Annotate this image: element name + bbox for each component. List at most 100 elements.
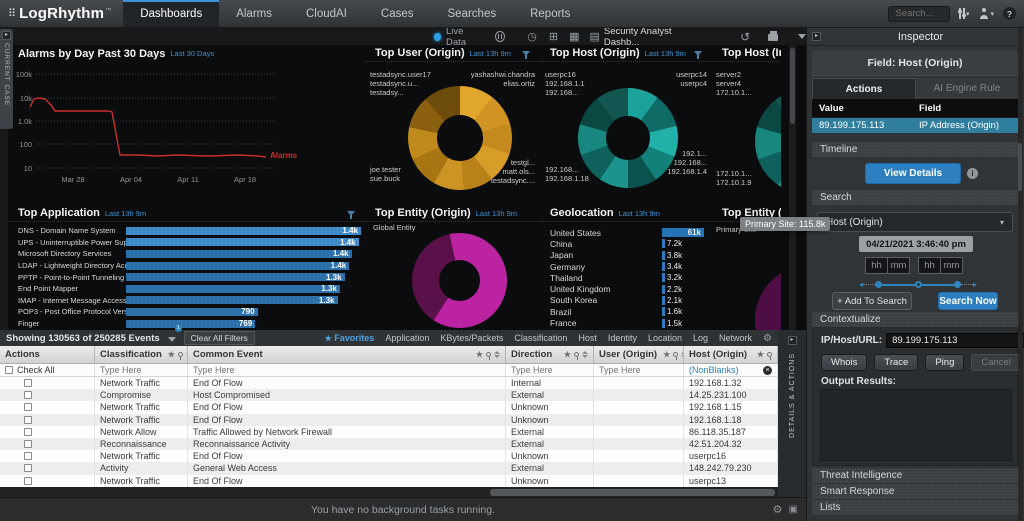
tab-reports[interactable]: Reports <box>513 0 587 27</box>
filter-common-event-input[interactable] <box>193 365 500 375</box>
table-row[interactable]: Network Traffic End Of Flow Unknown 192.168… <box>0 413 778 426</box>
section-search[interactable]: Search <box>812 190 1018 205</box>
print-icon[interactable] <box>768 31 778 41</box>
row-checkbox[interactable] <box>24 391 32 400</box>
annotate-icon[interactable]: ⊞ <box>549 31 558 42</box>
filter-user-origin-input[interactable] <box>599 365 678 375</box>
clear-filter-icon[interactable]: × <box>763 365 772 375</box>
geo-row[interactable]: Japan 3.8k <box>540 250 712 261</box>
tab-kbytes-packets[interactable]: KBytes/Packets <box>440 333 503 343</box>
gear-icon[interactable]: ⚙ <box>773 503 783 516</box>
bar-row[interactable]: PPTP - Point-to-Point Tunneling Pr...1.3… <box>8 271 365 283</box>
row-checkbox[interactable] <box>24 427 32 436</box>
row-checkbox[interactable] <box>24 452 32 461</box>
bar-row[interactable]: Microsoft Directory Services 1.4k <box>8 248 365 260</box>
table-row[interactable]: Activity General Web Access External 148.24… <box>0 462 778 475</box>
inspector-scrollbar-track[interactable] <box>1018 28 1023 521</box>
tab-network[interactable]: Network <box>719 333 752 343</box>
info-icon[interactable]: i <box>967 168 978 179</box>
section-contextualize[interactable]: Contextualize <box>812 312 1018 327</box>
output-results-area[interactable] <box>820 389 1012 461</box>
tab-cases[interactable]: Cases <box>364 0 431 27</box>
inspector-scrollbar-thumb[interactable] <box>1018 143 1022 191</box>
bar-row[interactable]: IMAP - Internet Message Access Pr...1.3k <box>8 295 365 307</box>
geo-row[interactable]: France 1.5k <box>540 317 712 328</box>
datetime-display[interactable]: 04/21/2021 3:46:40 pm <box>859 236 973 252</box>
top-host-impacted-donut-chart[interactable] <box>755 89 781 194</box>
bar-row[interactable]: Finger 769 <box>8 318 365 330</box>
tab-dashboards[interactable]: Dashboards <box>123 0 220 27</box>
row-checkbox[interactable] <box>24 476 32 485</box>
minute-input[interactable]: mm <box>940 257 963 274</box>
table-row[interactable]: Network Traffic End Of Flow Unknown userpc1… <box>0 474 778 487</box>
slider-center-handle[interactable] <box>914 281 922 288</box>
row-checkbox[interactable] <box>24 403 32 412</box>
dashboard-selector[interactable]: ▤ Security Analyst Dashb... <box>589 26 696 48</box>
column-header-user-origin[interactable]: User (Origin) ★ <box>594 346 684 363</box>
calendar-icon[interactable]: ▦ <box>569 31 579 42</box>
gear-icon[interactable]: ⚙ <box>763 333 772 344</box>
undo-icon[interactable]: ↺ <box>740 31 750 43</box>
slider-handle[interactable] <box>875 281 883 288</box>
top-entity-donut-chart[interactable] <box>412 233 507 328</box>
panel-collapse-icon[interactable]: ▸ <box>812 32 821 41</box>
row-checkbox[interactable] <box>24 464 32 473</box>
global-search-input[interactable] <box>888 5 951 22</box>
trace-button[interactable]: Trace <box>874 354 919 371</box>
tab-location[interactable]: Location <box>648 333 682 343</box>
row-checkbox[interactable] <box>24 379 32 388</box>
top-entity-impacted-donut-chart[interactable] <box>755 265 781 330</box>
selected-value-row[interactable]: 89.199.175.113 IP Address (Origin) <box>812 117 1018 133</box>
panel-icon[interactable]: ▣ <box>789 504 798 515</box>
geo-row[interactable]: China 7.2k <box>540 238 712 249</box>
whois-button[interactable]: Whois <box>821 354 868 371</box>
search-field-select[interactable]: Host (Origin) ▾ <box>817 212 1013 232</box>
bar-row[interactable]: DNS - Domain Name System 1.4k <box>8 225 365 237</box>
filter-icon[interactable] <box>694 50 702 59</box>
widgets-scrollbar-thumb[interactable] <box>790 48 795 124</box>
tab-actions[interactable]: Actions <box>812 78 916 99</box>
table-row[interactable]: Network Traffic End Of Flow Unknown userpc1… <box>0 450 778 463</box>
geo-row[interactable]: United States 61k <box>540 227 712 238</box>
column-header-host-origin[interactable]: Host (Origin) ★ <box>684 346 778 363</box>
filter-icon[interactable] <box>522 50 530 59</box>
section-lists[interactable]: Lists <box>812 500 1018 515</box>
filter-classification-input[interactable] <box>100 365 182 375</box>
filter-icon[interactable] <box>798 34 806 39</box>
section-timeline[interactable]: Timeline <box>812 142 1018 157</box>
hour-input[interactable]: hh <box>865 257 888 274</box>
filter-icon[interactable] <box>347 210 355 219</box>
column-header-classification[interactable]: Classification ★ <box>95 346 188 363</box>
table-row[interactable]: Network Traffic End Of Flow Internal 192.16… <box>0 377 778 390</box>
tab-cloudai[interactable]: CloudAI <box>289 0 364 27</box>
tab-alarms[interactable]: Alarms <box>219 0 289 27</box>
table-row[interactable]: Reconnaissance Reconnaissance Activity Ext… <box>0 437 778 451</box>
view-details-button[interactable]: View Details <box>865 163 961 184</box>
ip-host-url-input[interactable] <box>886 333 1024 348</box>
top-host-donut-chart[interactable] <box>578 88 678 188</box>
live-data-toggle[interactable]: Live Data <box>434 26 481 48</box>
section-smart-response[interactable]: Smart Response <box>812 484 1018 499</box>
active-filter-icon[interactable]: 1 <box>167 325 182 347</box>
bar-row[interactable]: POP3 - Post Office Protocol Versi... 790 <box>8 306 365 318</box>
tab-favorites[interactable]: ★ Favorites <box>325 333 375 343</box>
check-all[interactable]: Check All <box>0 364 95 376</box>
filter-direction-input[interactable] <box>511 365 588 375</box>
filter-host-origin[interactable]: (NonBlanks) × <box>684 364 778 376</box>
preferences-menu[interactable]: ▾ <box>958 8 969 19</box>
details-actions-tab[interactable]: ▸ DETAILS & ACTIONS <box>778 330 806 497</box>
add-to-search-button[interactable]: + Add To Search <box>832 292 912 310</box>
section-threat-intelligence[interactable]: Threat Intelligence <box>812 468 1018 483</box>
table-row[interactable]: Network Allow Traffic Allowed by Network … <box>0 425 778 438</box>
tab-identity[interactable]: Identity <box>608 333 637 343</box>
geo-row[interactable]: South Korea 2.1k <box>540 295 712 306</box>
bar-row[interactable]: UPS - Uninterruptible Power Supply 1.4k <box>8 237 365 249</box>
bar-row[interactable]: End Point Mapper 1.3k <box>8 283 365 295</box>
geo-row[interactable]: United Kingdom 2.2k <box>540 283 712 294</box>
column-header-common-event[interactable]: Common Event ★ <box>188 346 506 363</box>
table-row[interactable]: Compromise Host Compromised External 14.25.… <box>0 389 778 402</box>
minute-input[interactable]: mm <box>887 257 910 274</box>
tab-application[interactable]: Application <box>385 333 429 343</box>
ping-button[interactable]: Ping <box>925 354 965 371</box>
hour-input[interactable]: hh <box>918 257 941 274</box>
